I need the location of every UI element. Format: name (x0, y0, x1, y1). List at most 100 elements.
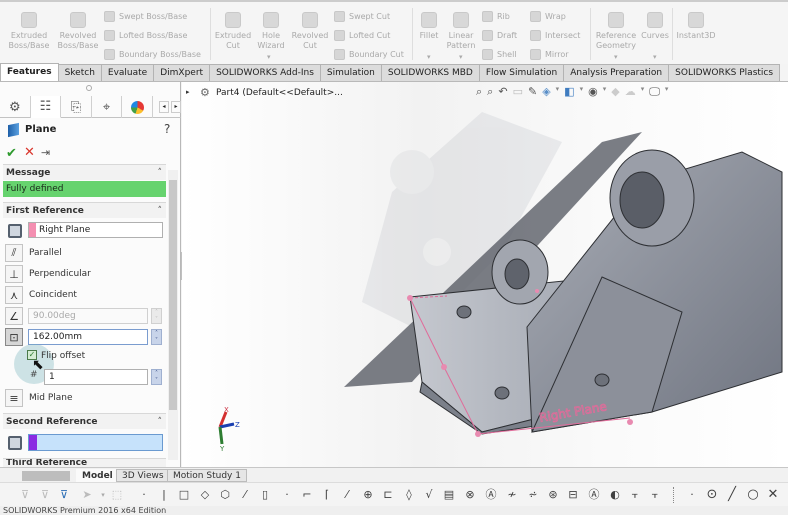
reference-geometry-button[interactable]: Reference Geometry (594, 12, 638, 51)
sketch-polygon-icon[interactable]: ○ (746, 488, 760, 502)
filter-routing-points-icon[interactable]: ⫟ (648, 488, 662, 502)
message-section-header[interactable]: Message ˄ (3, 164, 166, 180)
rib-button[interactable]: Rib (482, 11, 510, 22)
cancel-x-button[interactable]: ✕ (24, 145, 35, 160)
second-reference-selection-field[interactable] (28, 434, 163, 451)
filter-axes-icon[interactable]: ⁄ (238, 488, 252, 502)
boundary-cut-button[interactable]: Boundary Cut (334, 49, 404, 60)
filter-surface-bodies-icon[interactable]: ◇ (198, 488, 212, 502)
filter-sketch-points-icon[interactable]: · (280, 488, 294, 502)
swept-cut-button[interactable]: Swept Cut (334, 11, 390, 22)
hole-wizard-button[interactable]: Hole Wizard (255, 12, 287, 51)
configuration-manager-tab[interactable]: ⎘ (61, 96, 92, 118)
ok-checkmark-button[interactable]: ✔ (6, 146, 17, 161)
angle-field[interactable]: 90.00deg (28, 308, 148, 324)
coincident-icon[interactable]: ⋏ (5, 286, 23, 304)
panel-scrollbar[interactable] (168, 170, 178, 460)
fillet-dropdown-icon[interactable]: ▾ (427, 53, 431, 61)
extruded-boss-base-button[interactable]: Extruded Boss/Base (6, 12, 52, 51)
display-manager-tab[interactable] (122, 96, 153, 118)
filter-clear-icon[interactable]: ⊽ (57, 488, 71, 502)
instant3d-button[interactable]: Instant3D (676, 12, 716, 41)
perpendicular-icon[interactable]: ⊥ (5, 265, 23, 283)
revolved-cut-button[interactable]: Revolved Cut (290, 12, 330, 51)
collapse-chevron-icon[interactable]: ˄ (158, 414, 163, 430)
filter-dowel-pins-icon[interactable]: Ⓐ (587, 488, 601, 502)
lofted-boss-base-button[interactable]: Lofted Boss/Base (104, 30, 187, 41)
draft-button[interactable]: Draft (482, 30, 517, 41)
plane-handle[interactable] (441, 364, 447, 370)
filter-sketch-segments-icon[interactable]: ⌐ (300, 488, 314, 502)
filter-center-marks-icon[interactable]: ⊕ (361, 488, 375, 502)
tab-solidworks-plastics[interactable]: SOLIDWORKS Plastics (668, 64, 781, 81)
panel-splitter-handle[interactable] (86, 85, 92, 91)
instances-field[interactable]: 1 (44, 369, 148, 385)
extruded-cut-button[interactable]: Extruded Cut (214, 12, 252, 51)
plane-handle[interactable] (407, 295, 413, 301)
tab-solidworks-mbd[interactable]: SOLIDWORKS MBD (380, 64, 480, 81)
tab-3d-views[interactable]: 3D Views (116, 469, 170, 482)
mirror-button[interactable]: Mirror (530, 49, 569, 60)
filter-faces-icon[interactable]: □ (177, 488, 191, 502)
offset-distance-spinner[interactable]: ˄ ˅ (151, 329, 162, 345)
filter-geometric-tolerance-icon[interactable]: √ (422, 488, 436, 502)
first-reference-selection-field[interactable]: Right Plane (28, 222, 163, 238)
angle-icon[interactable]: ∠ (5, 307, 23, 325)
second-reference-section-header[interactable]: Second Reference ˄ (3, 413, 166, 429)
select-arrow-icon[interactable]: ➤ (80, 488, 94, 502)
filter-center-of-mass-icon[interactable]: ◐ (608, 488, 622, 502)
filter-blocks-icon[interactable]: ⊟ (566, 488, 580, 502)
linear-pattern-button[interactable]: Linear Pattern (445, 12, 477, 51)
filter-toggle-icon[interactable]: ⊽ (18, 488, 32, 502)
filter-datum-targets-icon[interactable]: ⊗ (463, 488, 477, 502)
tab-simulation[interactable]: Simulation (319, 64, 382, 81)
curves-button[interactable]: Curves (640, 12, 670, 41)
collapse-chevron-icon[interactable]: ˄ (158, 203, 163, 219)
mid-plane-icon[interactable]: ≡ (5, 389, 23, 407)
dimxpert-manager-tab[interactable]: ⌖ (92, 96, 123, 118)
mid-plane-row[interactable]: ≡ Mid Plane (5, 389, 73, 407)
instances-spinner[interactable]: ˄ ˅ (151, 369, 162, 385)
tab-flow-simulation[interactable]: Flow Simulation (478, 64, 565, 81)
tab-dimxpert[interactable]: DimXpert (153, 64, 211, 81)
sketch-line-icon[interactable]: ╱ (725, 488, 739, 502)
filter-edges-icon[interactable]: | (157, 488, 171, 502)
tab-model[interactable]: Model (76, 469, 119, 482)
filter-dimensions-icon[interactable]: ⊏ (381, 488, 395, 502)
select-all-icon[interactable]: ⬚ (110, 488, 124, 502)
tab-analysis-preparation[interactable]: Analysis Preparation (563, 64, 670, 81)
parallel-icon[interactable]: ⫽ (5, 244, 23, 262)
filter-welds-icon[interactable]: ≁ (505, 488, 519, 502)
dropdown-caret-icon[interactable]: ▾ (96, 488, 110, 502)
lofted-cut-button[interactable]: Lofted Cut (334, 30, 390, 41)
parallel-constraint-row[interactable]: ⫽ Parallel (5, 244, 62, 262)
filter-midpoints-icon[interactable]: ⌈ (320, 488, 334, 502)
tab-evaluate[interactable]: Evaluate (100, 64, 155, 81)
intersect-button[interactable]: Intersect (530, 30, 580, 41)
tab-scroll-area[interactable] (22, 471, 70, 481)
offset-distance-icon[interactable]: ⊡ (5, 328, 23, 346)
tab-scroll-left-icon[interactable]: ◂ (158, 100, 169, 113)
filter-vertices-icon[interactable]: · (137, 488, 151, 502)
curves-dropdown-icon[interactable]: ▾ (653, 53, 657, 61)
feature-manager-tab[interactable]: ⚙ (0, 96, 31, 118)
pushpin-button[interactable]: ⇥ (41, 146, 50, 159)
sketch-trim-icon[interactable]: ✕ (766, 488, 780, 502)
boundary-boss-base-button[interactable]: Boundary Boss/Base (104, 49, 201, 60)
sketch-circle-icon[interactable]: ⊙ (705, 488, 719, 502)
tab-scroll-right-icon[interactable]: ▸ (170, 100, 181, 113)
plane-handle[interactable] (475, 431, 481, 437)
swept-boss-base-button[interactable]: Swept Boss/Base (104, 11, 187, 22)
third-reference-section-header[interactable]: Third Reference (3, 458, 166, 467)
filter-surface-finish-icon[interactable]: ◊ (402, 488, 416, 502)
filter-solid-bodies-icon[interactable]: ⬡ (218, 488, 232, 502)
coincident-constraint-row[interactable]: ⋏ Coincident (5, 286, 77, 304)
filter-datum-features-icon[interactable]: Ⓐ (484, 488, 498, 502)
filter-weld-beads-icon[interactable]: ⩫ (526, 488, 540, 502)
filter-hide-icon[interactable]: ⊽ (38, 488, 52, 502)
filter-cosmetic-threads-icon[interactable]: ⊛ (546, 488, 560, 502)
revolved-boss-base-button[interactable]: Revolved Boss/Base (55, 12, 101, 51)
model-canvas[interactable]: Right Plane X Z Y (182, 82, 788, 467)
offset-distance-field[interactable]: 162.00mm (28, 329, 148, 345)
angle-spinner[interactable]: ˄ ˅ (151, 308, 162, 324)
